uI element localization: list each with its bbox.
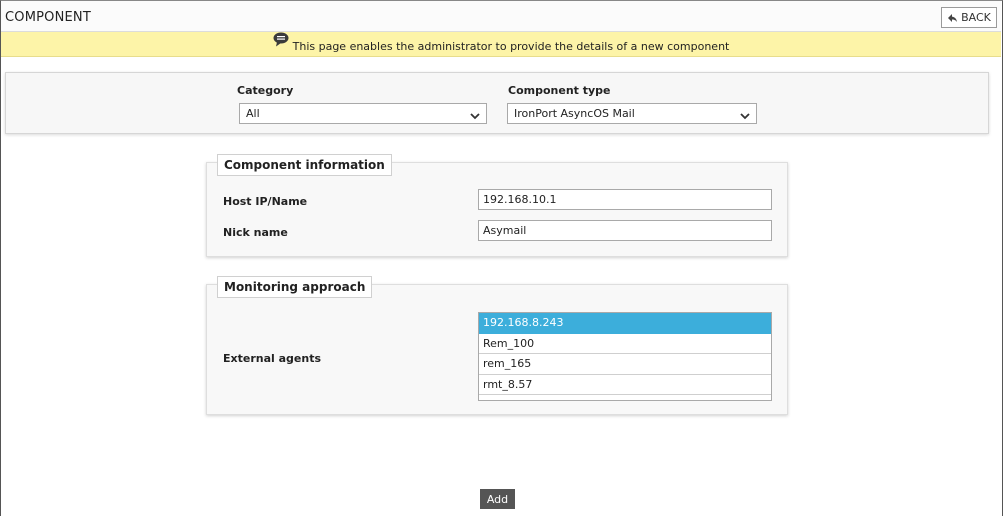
category-label: Category: [237, 84, 294, 97]
external-agents-label: External agents: [223, 352, 322, 365]
comment-icon: [273, 32, 289, 50]
back-arrow-icon: [947, 13, 958, 23]
agent-option[interactable]: rem_165: [479, 354, 771, 375]
host-input[interactable]: [478, 189, 772, 210]
nickname-label: Nick name: [223, 226, 288, 239]
chevron-down-icon: [470, 110, 480, 123]
info-banner-text: This page enables the administrator to p…: [292, 39, 730, 53]
nickname-input[interactable]: [478, 220, 772, 241]
agent-option[interactable]: 192.168.8.243: [479, 313, 771, 334]
back-button-label: BACK: [961, 11, 991, 24]
category-select[interactable]: All: [239, 103, 487, 124]
filter-panel: Category All Component type IronPort Asy…: [5, 72, 989, 134]
agent-option[interactable]: rmt_8.57: [479, 375, 771, 395]
monitoring-legend: Monitoring approach: [217, 276, 373, 298]
component-type-select[interactable]: IronPort AsyncOS Mail: [507, 103, 757, 124]
external-agents-listbox[interactable]: 192.168.8.243 Rem_100 rem_165 rmt_8.57: [478, 312, 772, 401]
page-title: COMPONENT: [5, 10, 92, 25]
agent-option[interactable]: Rem_100: [479, 334, 771, 354]
back-button[interactable]: BACK: [941, 7, 997, 28]
category-select-value: All: [246, 107, 260, 120]
component-type-label: Component type: [508, 84, 611, 97]
component-info-legend: Component information: [217, 154, 392, 176]
chevron-down-icon: [740, 110, 750, 123]
info-banner: This page enables the administrator to p…: [1, 32, 1001, 57]
component-type-select-value: IronPort AsyncOS Mail: [514, 107, 635, 120]
component-info-section: Component information Host IP/Name Nick …: [206, 154, 788, 257]
monitoring-section: Monitoring approach External agents 192.…: [206, 276, 788, 415]
page-header: COMPONENT BACK: [1, 1, 1001, 32]
host-label: Host IP/Name: [223, 195, 308, 208]
add-button[interactable]: Add: [480, 489, 515, 509]
